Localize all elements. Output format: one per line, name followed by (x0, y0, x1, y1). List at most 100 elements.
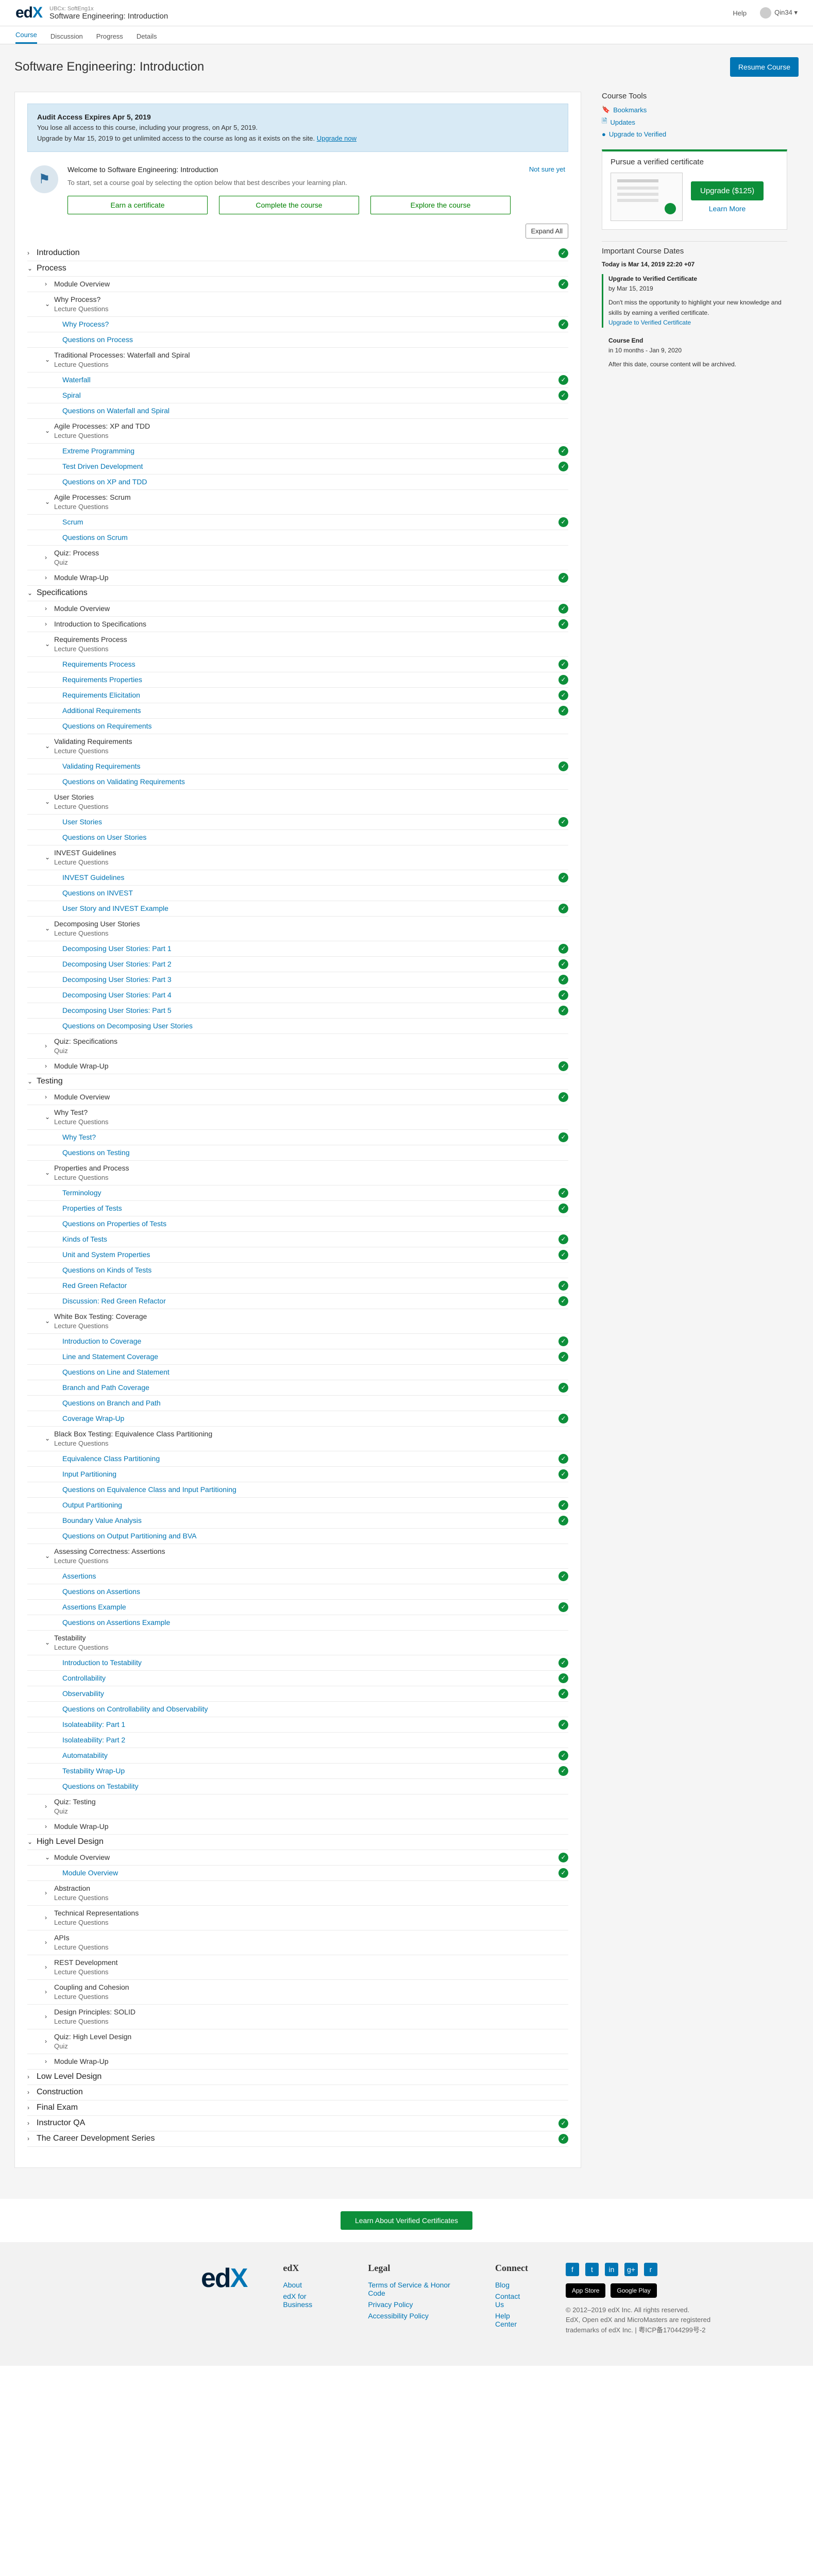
outline-section[interactable]: › Final Exam (27, 2100, 568, 2116)
outline-subsection[interactable]: › Technical Representations Lecture Questi… (27, 1906, 568, 1930)
chevron-down-icon[interactable]: ⌄ (27, 1078, 37, 1085)
chevron-down-icon[interactable]: ⌄ (45, 1854, 54, 1861)
edx-logo[interactable]: edX (15, 4, 43, 22)
outline-unit[interactable]: Introduction to Testability ✓ (27, 1655, 568, 1671)
upgrade-now-link[interactable]: Upgrade now (317, 134, 357, 142)
outline-label[interactable]: Isolateability: Part 2 (62, 1736, 125, 1744)
learn-verified-button[interactable]: Learn About Verified Certificates (340, 2211, 472, 2230)
chevron-down-icon[interactable]: ⌄ (45, 1639, 54, 1646)
outline-subsection[interactable]: ⌄ Agile Processes: XP and TDD Lecture Ques… (27, 419, 568, 444)
outline-unit[interactable]: Additional Requirements ✓ (27, 703, 568, 719)
outline-label[interactable]: Assertions Example (62, 1603, 126, 1611)
google-plus-icon[interactable]: g+ (624, 2262, 638, 2276)
outline-subsection[interactable]: ⌄ Validating Requirements Lecture Question… (27, 734, 568, 759)
outline-section[interactable]: ⌄ Process (27, 261, 568, 277)
tool-updates[interactable]: 🗎 Updates (602, 116, 787, 128)
outline-unit[interactable]: Questions on Testability (27, 1779, 568, 1794)
outline-section[interactable]: › The Career Development Series ✓ (27, 2131, 568, 2147)
outline-label[interactable]: Observability (62, 1689, 104, 1698)
outline-subsection[interactable]: › Quiz: Process Quiz (27, 546, 568, 570)
chevron-down-icon[interactable]: ⌄ (45, 356, 54, 363)
outline-section[interactable]: › Construction (27, 2085, 568, 2100)
upgrade-button[interactable]: Upgrade ($125) (691, 181, 764, 200)
outline-unit[interactable]: Module Overview ✓ (27, 1866, 568, 1881)
outline-subsection[interactable]: ⌄ Assessing Correctness: Assertions Lectur… (27, 1544, 568, 1569)
outline-label[interactable]: Introduction to Coverage (62, 1337, 141, 1345)
outline-unit[interactable]: Questions on Assertions (27, 1584, 568, 1600)
outline-unit[interactable]: Decomposing User Stories: Part 5 ✓ (27, 1003, 568, 1019)
outline-section[interactable]: › Instructor QA ✓ (27, 2116, 568, 2131)
outline-label[interactable]: Questions on Waterfall and Spiral (62, 406, 170, 415)
outline-unit[interactable]: Isolateability: Part 2 (27, 1733, 568, 1748)
outline-label[interactable]: Questions on User Stories (62, 833, 146, 841)
outline-section[interactable]: › Low Level Design (27, 2070, 568, 2085)
footer-link-privacy[interactable]: Privacy Policy (368, 2300, 459, 2309)
footer-link-blog[interactable]: Blog (495, 2281, 530, 2289)
outline-label[interactable]: Why Test? (62, 1133, 96, 1141)
outline-label[interactable]: Kinds of Tests (62, 1235, 107, 1243)
outline-subsection[interactable]: › Quiz: High Level Design Quiz (27, 2029, 568, 2054)
outline-label[interactable]: Automatability (62, 1751, 108, 1759)
outline-label[interactable]: Why Process? (62, 320, 109, 328)
outline-unit[interactable]: Terminology ✓ (27, 1185, 568, 1201)
outline-subsection[interactable]: ⌄ Agile Processes: Scrum Lecture Questions (27, 490, 568, 515)
outline-unit[interactable]: Isolateability: Part 1 ✓ (27, 1717, 568, 1733)
outline-label[interactable]: User Story and INVEST Example (62, 904, 168, 912)
chevron-right-icon[interactable]: › (45, 1889, 54, 1896)
outline-subsection[interactable]: ⌄ Testability Lecture Questions (27, 1631, 568, 1655)
chevron-right-icon[interactable]: › (45, 2038, 54, 2045)
outline-subsection[interactable]: › Module Wrap-Up (27, 1819, 568, 1835)
outline-unit[interactable]: Decomposing User Stories: Part 3 ✓ (27, 972, 568, 988)
chevron-down-icon[interactable]: ⌄ (45, 1169, 54, 1176)
twitter-icon[interactable]: t (585, 2262, 599, 2276)
goal-certificate-button[interactable]: Earn a certificate (67, 195, 208, 214)
outline-label[interactable]: Questions on Testability (62, 1782, 139, 1790)
footer-edx-logo[interactable]: edX (201, 2263, 248, 2335)
user-menu[interactable]: Qin34 ▾ (760, 7, 798, 19)
outline-subsection[interactable]: ⌄ Why Process? Lecture Questions (27, 292, 568, 317)
outline-subsection[interactable]: ⌄ INVEST Guidelines Lecture Questions (27, 845, 568, 870)
outline-unit[interactable]: Why Test? ✓ (27, 1130, 568, 1145)
outline-label[interactable]: User Stories (62, 818, 102, 826)
outline-label[interactable]: Output Partitioning (62, 1501, 122, 1509)
chevron-right-icon[interactable]: › (45, 1823, 54, 1830)
outline-label[interactable]: Red Green Refactor (62, 1281, 127, 1290)
outline-unit[interactable]: Questions on Testing (27, 1145, 568, 1161)
footer-link-contact[interactable]: Contact Us (495, 2292, 530, 2309)
outline-label[interactable]: Questions on Output Partitioning and BVA (62, 1532, 196, 1540)
outline-unit[interactable]: Questions on XP and TDD (27, 474, 568, 490)
chevron-right-icon[interactable]: › (27, 2120, 37, 2127)
outline-label[interactable]: INVEST Guidelines (62, 873, 124, 882)
outline-unit[interactable]: Observability ✓ (27, 1686, 568, 1702)
google-play-badge[interactable]: Google Play (611, 2283, 657, 2298)
goal-explore-button[interactable]: Explore the course (370, 195, 511, 214)
outline-subsection[interactable]: › Design Principles: SOLID Lecture Questio… (27, 2005, 568, 2029)
outline-unit[interactable]: Waterfall ✓ (27, 372, 568, 388)
outline-unit[interactable]: Questions on Validating Requirements (27, 774, 568, 790)
chevron-down-icon[interactable]: ⌄ (27, 1838, 37, 1845)
outline-unit[interactable]: Questions on Assertions Example (27, 1615, 568, 1631)
outline-unit[interactable]: Requirements Elicitation ✓ (27, 688, 568, 703)
expand-all-button[interactable]: Expand All (525, 223, 568, 239)
chevron-right-icon[interactable]: › (45, 1042, 54, 1049)
outline-unit[interactable]: Automatability ✓ (27, 1748, 568, 1764)
outline-label[interactable]: Assertions (62, 1572, 96, 1580)
goal-complete-button[interactable]: Complete the course (219, 195, 359, 214)
chevron-right-icon[interactable]: › (27, 2073, 37, 2080)
app-store-badge[interactable]: App Store (566, 2283, 606, 2298)
outline-unit[interactable]: Questions on Scrum (27, 530, 568, 546)
outline-unit[interactable]: Decomposing User Stories: Part 4 ✓ (27, 988, 568, 1003)
outline-label[interactable]: Questions on Decomposing User Stories (62, 1022, 193, 1030)
outline-unit[interactable]: Spiral ✓ (27, 388, 568, 403)
outline-unit[interactable]: Questions on Process (27, 332, 568, 348)
resume-course-button[interactable]: Resume Course (730, 57, 799, 77)
outline-unit[interactable]: Line and Statement Coverage ✓ (27, 1349, 568, 1365)
outline-unit[interactable]: INVEST Guidelines ✓ (27, 870, 568, 886)
outline-unit[interactable]: Decomposing User Stories: Part 1 ✓ (27, 941, 568, 957)
tab-course[interactable]: Course (15, 31, 37, 44)
outline-subsection[interactable]: › Module Overview ✓ (27, 277, 568, 292)
footer-link-business[interactable]: edX for Business (283, 2292, 332, 2309)
chevron-down-icon[interactable]: ⌄ (27, 265, 37, 272)
outline-subsection[interactable]: › Module Wrap-Up ✓ (27, 1059, 568, 1074)
outline-unit[interactable]: Red Green Refactor ✓ (27, 1278, 568, 1294)
